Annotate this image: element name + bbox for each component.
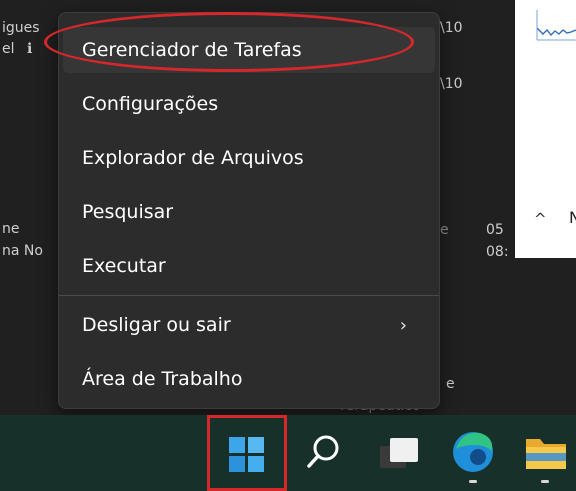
edge-icon [453, 432, 493, 472]
info-icon: ℹ [27, 41, 33, 57]
menu-item-search[interactable]: Pesquisar [63, 189, 435, 235]
start-context-menu: Gerenciador de Tarefas Configurações Exp… [58, 12, 440, 409]
menu-item-label: Desligar ou sair [82, 314, 231, 336]
bg-path-fragment: \10 [440, 20, 463, 36]
menu-item-shutdown-signout[interactable]: Desligar ou sair › [63, 302, 435, 348]
menu-item-label: Área de Trabalho [82, 368, 243, 390]
menu-item-desktop[interactable]: Área de Trabalho [63, 356, 435, 402]
start-button[interactable] [214, 417, 280, 483]
file-explorer-button[interactable] [512, 417, 576, 483]
search-icon [307, 435, 339, 468]
task-view-button[interactable] [368, 417, 434, 483]
windows-start-icon [229, 437, 264, 472]
mini-graph-icon [536, 10, 576, 41]
bg-date-fragment: 05 [486, 222, 504, 238]
bg-path-fragment: \10 [440, 76, 463, 92]
menu-item-label: Pesquisar [82, 201, 174, 223]
menu-divider [59, 295, 439, 296]
menu-item-label: Gerenciador de Tarefas [82, 39, 302, 61]
task-view-icon [380, 438, 418, 468]
bg-text-fragment: e [440, 222, 449, 238]
running-indicator [541, 480, 549, 483]
menu-item-task-manager[interactable]: Gerenciador de Tarefas [63, 27, 435, 73]
menu-item-label: Executar [82, 255, 166, 277]
menu-item-settings[interactable]: Configurações [63, 81, 435, 127]
bg-text-line: igues [2, 20, 40, 36]
bg-text-line: na No [2, 243, 43, 259]
running-indicator [469, 480, 477, 483]
menu-item-file-explorer[interactable]: Explorador de Arquivos [63, 135, 435, 181]
panel-letter: N [569, 208, 576, 227]
menu-item-label: Explorador de Arquivos [82, 147, 304, 169]
file-explorer-icon [526, 439, 566, 469]
taskbar [0, 415, 576, 491]
menu-item-run[interactable]: Executar [63, 243, 435, 289]
chevron-up-icon[interactable]: ^ [534, 210, 547, 228]
bg-text-line: el [2, 41, 15, 57]
chevron-right-icon: › [399, 314, 407, 336]
bg-time-fragment: 08: [486, 244, 509, 260]
menu-item-label: Configurações [82, 93, 219, 115]
search-button[interactable] [290, 417, 356, 483]
edge-button[interactable] [440, 417, 506, 483]
bg-text-fragment: e [446, 376, 455, 392]
bg-text-line: ne [2, 221, 20, 237]
